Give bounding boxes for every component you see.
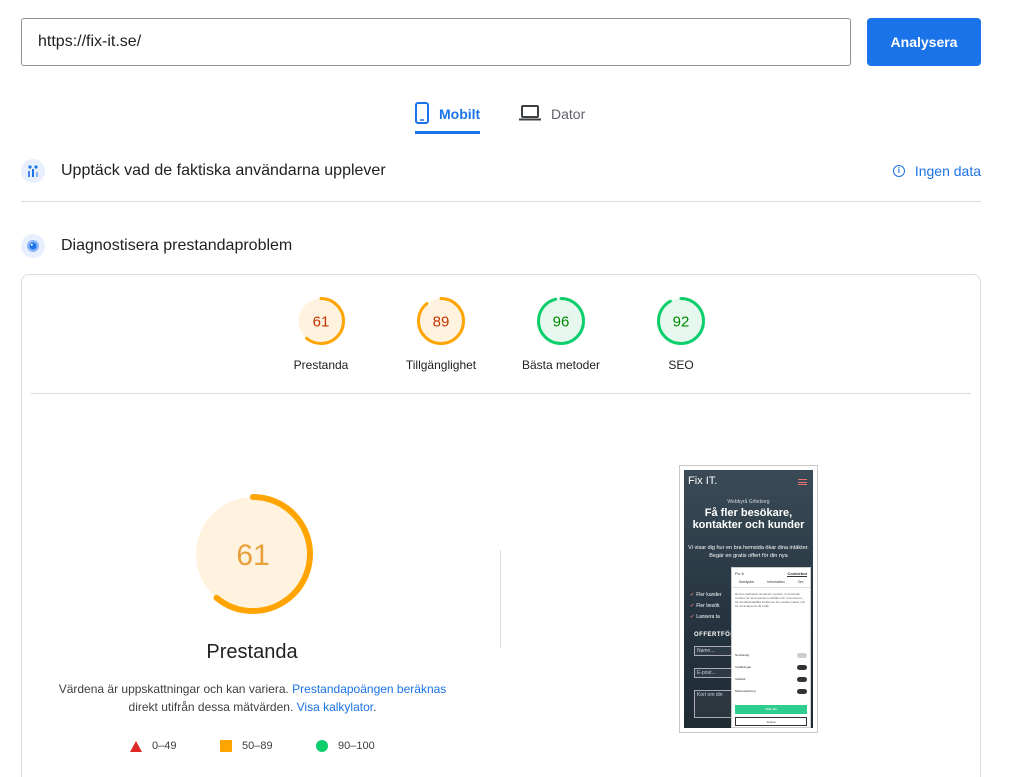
dialog-site: Fix It [735,571,744,576]
score-gauge-accessibility[interactable]: 89 Tillgänglighet [391,296,491,372]
site-tagline: Webbyrå Göteborg [727,499,770,505]
site-subtext: Vi visar dig hur en bra hemsida ökar din… [688,545,809,559]
toggle-icon [797,688,807,694]
check-item: ✔ Fler besök [690,603,720,609]
analyze-button[interactable]: Analysera [867,18,981,66]
tab-desktop[interactable]: Dator [519,94,585,134]
calc-link[interactable]: Prestandapoängen beräknas [292,682,446,696]
allow-all-button: Tillåt alla [735,705,807,714]
dialog-tabs: Samtycke Information Om [732,580,810,588]
users-chart-icon [21,159,45,183]
offert-heading: OFFERTFÖR [694,632,736,638]
page-screenshot: Fix IT. Webbyrå Göteborg Få fler besökar… [679,465,818,733]
score-note: Värdena är uppskattningar och kan varier… [55,680,450,716]
toggle-icon [797,676,807,682]
main-score-label: Prestanda [206,641,298,663]
score-gauge-best-practices[interactable]: 96 Bästa metoder [511,296,611,372]
legend-range: 0–49 [152,740,177,752]
square-icon [220,740,232,752]
site-logo: Fix IT. [688,475,718,487]
toggle-icon [797,652,807,658]
gauge-score: 61 [313,313,330,330]
legend-range: 90–100 [338,740,375,752]
gauge-label: SEO [668,358,694,372]
cookiebot-logo: Cookiebot [787,571,807,577]
smartphone-icon [415,101,429,127]
gauge-ring: 92 [657,297,705,345]
diagnostics-header: Diagnostisera prestandaproblem [21,231,981,261]
legend-average: 50–89 [220,738,273,754]
circle-icon [316,740,328,752]
check-icon: ✔ [690,603,695,609]
toggle-icon [797,664,807,670]
triangle-icon [130,740,142,752]
field-data-header: Upptäck vad de faktiska användarna upple… [21,156,981,186]
diagnostics-title: Diagnostisera prestandaproblem [61,237,293,254]
gauge-label: Bästa metoder [521,358,601,372]
no-data-link[interactable]: i Ingen data [892,163,981,179]
dialog-tab: Samtycke [738,580,754,584]
score-gauge-performance[interactable]: 61 Prestanda [271,296,371,372]
name-field: Namn... [694,646,734,656]
tab-mobile[interactable]: Mobilt [415,94,481,134]
deny-button: Avvisa [735,717,807,726]
dialog-tab: Information [767,580,785,584]
gauge-score: 96 [553,313,570,330]
tab-desktop-label: Dator [551,106,586,122]
consent-row: Nödvändig [735,652,807,658]
site-headline: Få fler besökare, kontakter och kunder [692,507,805,531]
vertical-divider [500,550,501,648]
note-text-1: Värdena är uppskattningar och kan varier… [58,682,289,696]
gauge-ring: 96 [537,297,585,345]
email-field: E-post... [694,668,734,678]
gauge-score: 92 [673,313,690,330]
dialog-tab: Om [797,580,804,584]
cookie-dialog: Fix It Cookiebot Samtycke Information Om… [731,567,811,728]
consent-row: Marknadsföring [735,688,807,694]
check-icon: ✔ [690,592,695,598]
score-gauge-seo[interactable]: 92 SEO [631,296,731,372]
legend-range: 50–89 [242,740,273,752]
url-input[interactable] [21,18,851,66]
gauge-ring: 61 [297,297,345,345]
gauge-ring: 89 [417,297,465,345]
no-data-label: Ingen data [914,163,981,179]
hamburger-menu-icon [798,479,807,485]
info-icon: i [892,165,905,177]
legend-pass: 90–100 [316,738,375,754]
calculator-link[interactable]: Visa kalkylator [297,700,373,714]
gauge-label: Prestanda [293,358,349,372]
note-text-3: . [373,700,377,714]
lighthouse-icon [21,234,45,258]
gauge-score: 61 [236,539,269,572]
check-icon: ✔ [690,614,695,620]
main-score-ring: 61 [193,494,313,614]
laptop-icon [519,104,541,124]
gauges-divider [31,393,971,394]
consent-row: Statistik [735,676,807,682]
phone-screen: Fix IT. Webbyrå Göteborg Få fler besökar… [684,470,813,728]
section-divider [21,201,981,202]
consent-row: Inställningar [735,664,807,670]
gauge-label: Tillgänglighet [405,358,477,372]
tab-mobile-label: Mobilt [439,106,481,122]
main-score-gauge: 61 [192,493,314,615]
dialog-text: Denna webbplats använder cookies. Vi anv… [735,592,806,608]
legend-fail: 0–49 [130,738,176,754]
message-field: Kort om din [694,690,734,718]
note-text-2: direkt utifrån dessa mätvärden. [128,700,294,714]
check-item: ✔ Lansera ta [690,614,720,620]
check-item: ✔ Fler kunder [690,592,722,598]
field-data-title: Upptäck vad de faktiska användarna upple… [61,162,386,179]
gauge-score: 89 [433,313,450,330]
